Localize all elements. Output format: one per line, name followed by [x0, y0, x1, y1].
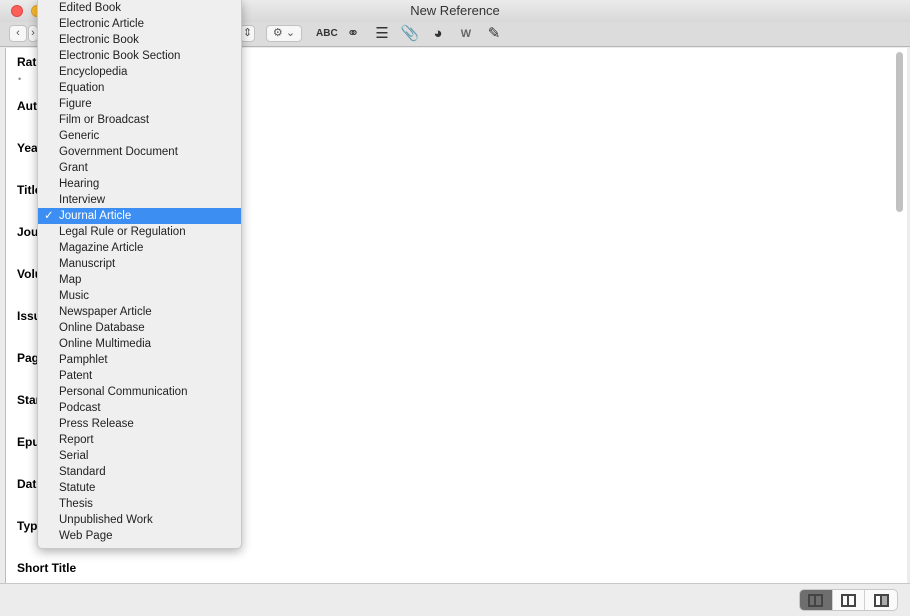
layout-segmented-control — [799, 589, 898, 611]
menu-item[interactable]: Hearing — [38, 176, 241, 192]
word-icon[interactable]: W — [456, 24, 476, 44]
menu-item[interactable]: Figure — [38, 96, 241, 112]
field-label-short-title[interactable]: Short Title — [17, 561, 76, 575]
window-title: New Reference — [410, 3, 500, 18]
menu-item[interactable]: Edited Book — [38, 0, 241, 16]
spellcheck-icon[interactable]: ABC — [316, 24, 338, 44]
menu-item[interactable]: Pamphlet — [38, 352, 241, 368]
layout-left-pane-button[interactable] — [800, 590, 833, 610]
bottom-bar — [0, 583, 910, 616]
attachment-icon[interactable]: 📎 — [400, 24, 420, 44]
gear-icon[interactable]: ⚙ ⌄ — [266, 25, 302, 42]
stepper-icon[interactable]: ⇕ — [240, 25, 255, 42]
menu-item-label: Encyclopedia — [59, 66, 128, 78]
menu-item[interactable]: Personal Communication — [38, 384, 241, 400]
menu-item-label: Figure — [59, 98, 92, 110]
menu-item[interactable]: Generic — [38, 128, 241, 144]
menu-item-label: Pamphlet — [59, 354, 108, 366]
menu-item[interactable]: Map — [38, 272, 241, 288]
menu-item-label: Electronic Book — [59, 34, 139, 46]
menu-item-label: Newspaper Article — [59, 306, 152, 318]
menu-item[interactable]: Manuscript — [38, 256, 241, 272]
menu-item[interactable]: Statute — [38, 480, 241, 496]
menu-item-label: Online Multimedia — [59, 338, 152, 350]
menu-item-label: Report — [59, 434, 94, 446]
menu-item-label: Press Release — [59, 418, 134, 430]
scrollbar-thumb[interactable] — [896, 52, 903, 212]
menu-item[interactable]: Encyclopedia — [38, 64, 241, 80]
menu-item-label: Standard — [59, 466, 106, 478]
menu-item-label: Online Database — [59, 322, 145, 334]
menu-item[interactable]: Equation — [38, 80, 241, 96]
menu-item[interactable]: Electronic Book — [38, 32, 241, 48]
menu-item[interactable]: Unpublished Work — [38, 512, 241, 528]
menu-item-label: Electronic Book Section — [59, 50, 181, 62]
menu-item-label: Edited Book — [59, 2, 122, 14]
menu-item-label: Manuscript — [59, 258, 116, 270]
menu-item[interactable]: ✓ Journal Article — [38, 208, 241, 224]
menu-item-label: Interview — [59, 194, 106, 206]
menu-item-label: Map — [59, 274, 82, 286]
menu-item-label: Thesis — [59, 498, 93, 510]
menu-item-label: Grant — [59, 162, 88, 174]
menu-item[interactable]: Podcast — [38, 400, 241, 416]
layout-split-button[interactable] — [833, 590, 866, 610]
menu-item[interactable]: Patent — [38, 368, 241, 384]
menu-item-label: Magazine Article — [59, 242, 144, 254]
menu-item-label: Equation — [59, 82, 105, 94]
menu-item[interactable]: Legal Rule or Regulation — [38, 224, 241, 240]
menu-item[interactable]: Online Multimedia — [38, 336, 241, 352]
menu-item[interactable]: Standard — [38, 464, 241, 480]
menu-item[interactable]: Thesis — [38, 496, 241, 512]
menu-item-label: Journal Article — [59, 210, 132, 222]
reference-type-menu: Edited Book Electronic Article Electronic … — [37, 0, 242, 549]
menu-item-label: Serial — [59, 450, 89, 462]
menu-item-label: Government Document — [59, 146, 178, 158]
menu-item[interactable]: Grant — [38, 160, 241, 176]
scrollbar[interactable] — [894, 50, 905, 580]
menu-item[interactable]: Web Page — [38, 528, 241, 544]
menu-item-label: Unpublished Work — [59, 514, 153, 526]
menu-item[interactable]: Online Database — [38, 320, 241, 336]
menu-item[interactable]: Electronic Book Section — [38, 48, 241, 64]
menu-item[interactable]: Music — [38, 288, 241, 304]
insert-text-icon[interactable]: ☰ — [372, 24, 392, 44]
checkmark-icon: ✓ — [44, 210, 54, 222]
menu-item[interactable]: Magazine Article — [38, 240, 241, 256]
layout-right-pane-button[interactable] — [865, 590, 897, 610]
layout-left-pane-icon — [808, 593, 824, 607]
menu-item-label: Film or Broadcast — [59, 114, 150, 126]
menu-item[interactable]: Press Release — [38, 416, 241, 432]
menu-item[interactable]: Newspaper Article — [38, 304, 241, 320]
menu-item-label: Music — [59, 290, 90, 302]
menu-item-label: Patent — [59, 370, 93, 382]
pie-chart-icon[interactable]: ◕ — [428, 24, 448, 44]
menu-item-label: Personal Communication — [59, 386, 188, 398]
menu-item-label: Podcast — [59, 402, 101, 414]
menu-item[interactable]: Government Document — [38, 144, 241, 160]
menu-item-label: Statute — [59, 482, 96, 494]
link-icon[interactable]: ⚭ — [343, 24, 363, 44]
back-arrow-icon[interactable]: ‹ — [9, 25, 27, 42]
menu-item[interactable]: Interview — [38, 192, 241, 208]
menu-item-label: Hearing — [59, 178, 100, 190]
menu-item[interactable]: Serial — [38, 448, 241, 464]
layout-split-icon — [841, 593, 856, 607]
menu-item-label: Generic — [59, 130, 100, 142]
menu-item-label: Legal Rule or Regulation — [59, 226, 186, 238]
menu-item[interactable]: Electronic Article — [38, 16, 241, 32]
menu-item-label: Web Page — [59, 530, 113, 542]
menu-item[interactable]: Report — [38, 432, 241, 448]
layout-right-pane-icon — [873, 593, 889, 607]
close-window-button[interactable] — [11, 5, 23, 17]
menu-item-label: Electronic Article — [59, 18, 145, 30]
edit-notes-icon[interactable]: ✎ — [484, 24, 504, 44]
menu-item[interactable]: Film or Broadcast — [38, 112, 241, 128]
